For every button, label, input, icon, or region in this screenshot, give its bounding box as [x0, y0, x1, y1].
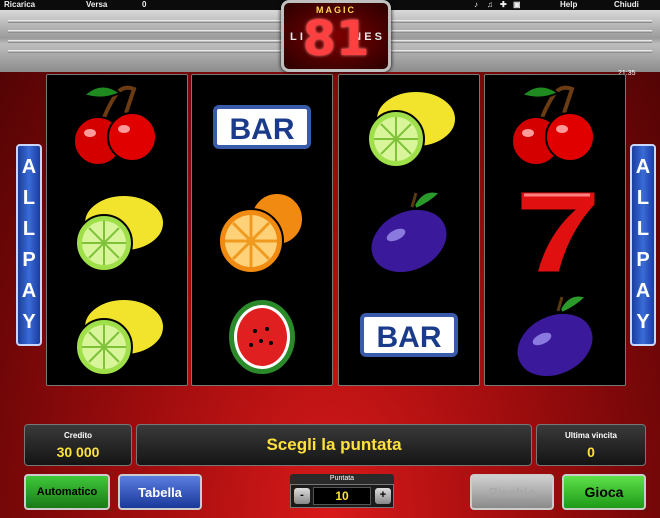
- bar-symbol: BAR: [339, 283, 479, 387]
- lemon-symbol: [47, 179, 187, 283]
- bet-value: 10: [313, 487, 371, 505]
- orange-symbol: [192, 179, 332, 283]
- lemon-symbol: [47, 283, 187, 387]
- seven-symbol: [485, 179, 625, 283]
- allpay-badge-left: ALL PAY: [16, 144, 42, 346]
- last-win-value: 0: [587, 444, 595, 460]
- logo-number: 81: [302, 11, 370, 67]
- table-button[interactable]: Tabella: [118, 474, 202, 510]
- reel-3: BAR: [338, 74, 480, 386]
- cherry-symbol: [485, 75, 625, 179]
- plum-symbol: [339, 179, 479, 283]
- versa-link[interactable]: Versa: [86, 0, 107, 10]
- reel-2: BAR: [191, 74, 333, 386]
- reel-1: [46, 74, 188, 386]
- bar-symbol: BAR: [192, 75, 332, 179]
- chiudi-link[interactable]: Chiudi: [614, 0, 639, 10]
- reel-4: [484, 74, 626, 386]
- bet-plus-button[interactable]: +: [375, 488, 391, 504]
- sound-icon[interactable]: ♪: [474, 0, 478, 10]
- fullscreen-icon[interactable]: ▣: [513, 0, 521, 10]
- bet-minus-button[interactable]: -: [294, 488, 310, 504]
- svg-text:BAR: BAR: [377, 321, 442, 354]
- lemon-symbol: [339, 75, 479, 179]
- bet-label: Puntata: [290, 474, 394, 484]
- risk-button[interactable]: Rischio: [470, 474, 554, 510]
- automatic-button[interactable]: Automatico: [24, 474, 110, 510]
- last-win-panel: Ultima vincita 0: [536, 424, 646, 466]
- versa-value: 0: [142, 0, 147, 9]
- bet-control: - 10 +: [290, 484, 394, 508]
- settings-icon[interactable]: ✚: [500, 0, 507, 10]
- music-icon[interactable]: ♫: [487, 0, 493, 10]
- ricarica-link[interactable]: Ricarica: [4, 0, 35, 10]
- svg-text:BAR: BAR: [230, 113, 295, 146]
- message-panel: Scegli la puntata: [136, 424, 532, 466]
- game-logo: MAGIC LI NES 81: [281, 0, 391, 72]
- watermelon-symbol: [192, 283, 332, 387]
- plum-symbol: [485, 283, 625, 387]
- help-link[interactable]: Help: [560, 0, 577, 10]
- credit-panel: Credito 30 000: [24, 424, 132, 466]
- play-button[interactable]: Gioca: [562, 474, 646, 510]
- cherry-symbol: [47, 75, 187, 179]
- game-window: Ricarica Versa 0 ♪ ♫ ✚ ▣ Help Chiudi 21:…: [0, 0, 660, 518]
- credit-value: 30 000: [56, 444, 100, 460]
- credit-label: Credito: [64, 431, 92, 440]
- last-win-label: Ultima vincita: [564, 431, 617, 440]
- allpay-badge-right: ALL PAY: [630, 144, 656, 346]
